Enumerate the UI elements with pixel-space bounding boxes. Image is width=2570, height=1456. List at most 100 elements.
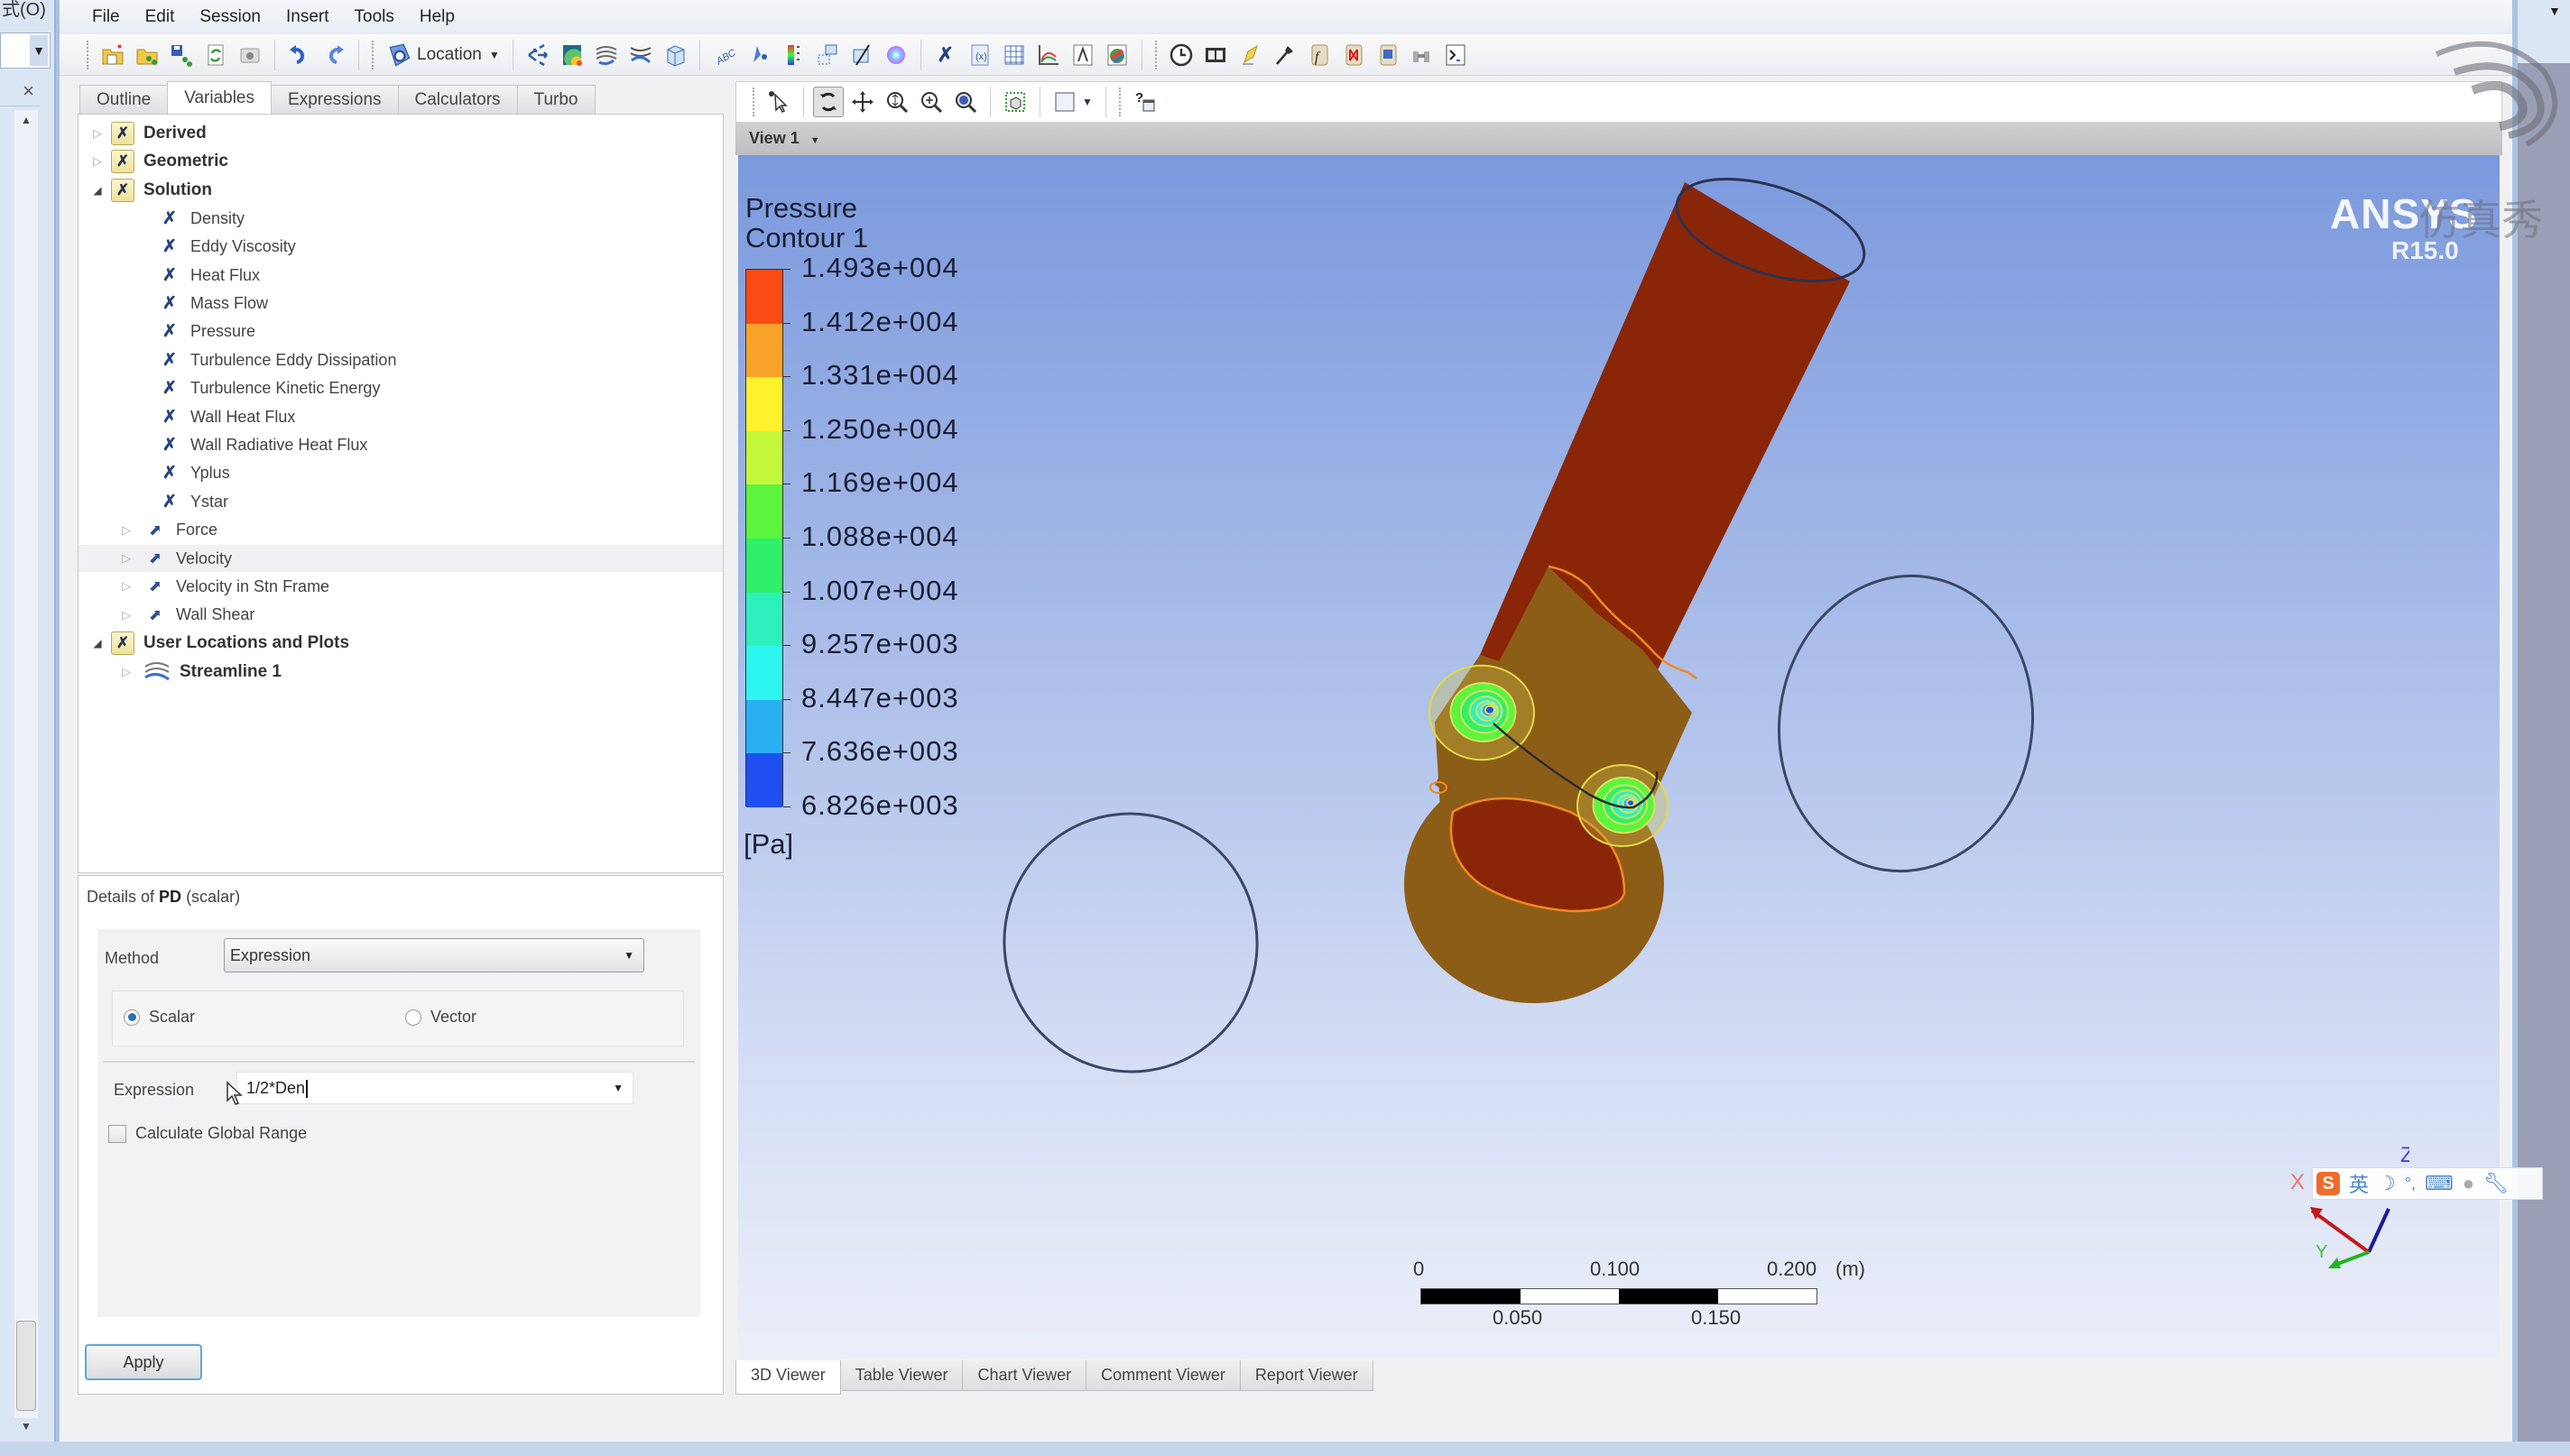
screenshot-icon[interactable] (235, 40, 265, 70)
ime-toolbar[interactable]: S 英 ☽ °, ⌨ ● 🔧︎ (2312, 1167, 2543, 1200)
command-editor-icon[interactable] (1440, 40, 1471, 70)
chart-icon[interactable] (1033, 40, 1064, 70)
zoom-icon[interactable] (882, 87, 912, 117)
open-icon[interactable] (132, 40, 162, 70)
tree-item[interactable]: ✗ Turbulence Eddy Dissipation (79, 346, 723, 373)
toolbar-grip[interactable] (1154, 40, 1159, 69)
undo-icon[interactable] (284, 40, 315, 70)
particle-track-icon[interactable] (625, 40, 656, 70)
view-selector[interactable]: View 1 ▼ (749, 129, 820, 148)
toolbar-grip[interactable] (1118, 88, 1123, 116)
quick-editor-icon[interactable] (1234, 40, 1265, 70)
tree-item[interactable]: ✗ Ystar (79, 488, 723, 515)
toolbar-grip[interactable] (87, 40, 90, 69)
expand-arrow-icon[interactable]: ▷ (91, 154, 104, 169)
mesh-calculator-icon[interactable] (1372, 40, 1402, 70)
menu-edit[interactable]: Edit (133, 0, 188, 34)
menu-insert[interactable]: Insert (273, 0, 342, 34)
user-icon[interactable]: ● (2463, 1172, 2474, 1195)
timestep-icon[interactable] (1166, 40, 1197, 70)
refresh-icon[interactable] (200, 40, 231, 70)
collapse-arrow-icon[interactable]: ◢ (91, 637, 104, 650)
chevron-down-icon[interactable]: ▼ (1082, 96, 1093, 108)
tab-outline[interactable]: Outline (79, 85, 169, 114)
tree-item[interactable]: ▷ ✗ Derived (79, 120, 723, 147)
method-select[interactable]: Expression ▼ (224, 938, 644, 972)
streamline-icon[interactable] (591, 40, 622, 70)
tree-item[interactable]: ✗ Wall Heat Flux (79, 403, 723, 430)
tree-item[interactable]: ✗ Eddy Viscosity (79, 234, 723, 261)
radio-vector-dot[interactable] (405, 1009, 421, 1026)
punctuation-icon[interactable]: °, (2405, 1175, 2416, 1193)
tab-chart-viewer[interactable]: Chart Viewer (962, 1360, 1087, 1391)
clip-plane-icon[interactable] (846, 40, 877, 70)
expand-arrow-icon[interactable]: ▷ (120, 523, 133, 538)
text-icon[interactable]: ABC (709, 40, 740, 70)
instance-transform-icon[interactable] (812, 40, 843, 70)
variable-icon[interactable]: ✗ (930, 40, 961, 70)
toggle-mesh-icon[interactable] (1000, 87, 1031, 117)
keyboard-icon[interactable]: ⌨ (2425, 1172, 2454, 1195)
radio-scalar-dot[interactable] (124, 1009, 140, 1026)
select-icon[interactable] (763, 87, 794, 117)
tree-item[interactable]: ✗ Wall Radiative Heat Flux (79, 431, 723, 458)
menu-file[interactable]: File (79, 0, 133, 34)
tree-item[interactable]: ✗ Heat Flux (79, 262, 723, 289)
host-close-button[interactable]: × (0, 76, 40, 106)
tab-expressions[interactable]: Expressions (271, 85, 399, 114)
probe-icon[interactable] (1269, 40, 1299, 70)
figure-icon[interactable] (1102, 40, 1132, 70)
tree-item[interactable]: ▷ ⬈ Wall Shear (79, 602, 723, 629)
macro-calculator-icon[interactable] (1337, 40, 1368, 70)
calculate-global-range-checkbox[interactable]: Calculate Global Range (108, 1124, 307, 1143)
tab-3d-viewer[interactable]: 3D Viewer (735, 1360, 841, 1395)
chevron-down-icon[interactable]: ▼ (613, 1073, 624, 1103)
tree-item[interactable]: ▷ ⬈ Force (79, 517, 723, 544)
tab-table-viewer[interactable]: Table Viewer (839, 1360, 964, 1391)
pan-icon[interactable] (847, 87, 878, 117)
expand-arrow-icon[interactable]: ▷ (91, 126, 104, 141)
tab-comment-viewer[interactable]: Comment Viewer (1086, 1360, 1241, 1391)
host-combo-box[interactable]: ▼ (0, 32, 51, 69)
expand-arrow-icon[interactable]: ▷ (120, 579, 133, 594)
collapse-arrow-icon[interactable]: ◢ (91, 184, 104, 197)
fit-view-icon[interactable] (950, 87, 981, 117)
volume-icon[interactable] (660, 40, 690, 70)
apply-button[interactable]: Apply (85, 1344, 202, 1380)
vector-icon[interactable] (522, 40, 553, 70)
rotate-icon[interactable] (813, 87, 844, 117)
expand-arrow-icon[interactable]: ▷ (120, 551, 133, 566)
radio-scalar[interactable]: Scalar (124, 1008, 195, 1027)
checkbox[interactable] (108, 1124, 126, 1143)
tree-item[interactable]: ✗ Density (79, 205, 723, 232)
ime-mode-toggle[interactable]: 英 (2349, 1169, 2369, 1198)
wrench-icon[interactable]: 🔧︎ (2483, 1172, 2509, 1195)
tree-item[interactable]: ✗ Mass Flow (79, 290, 723, 317)
host-menu-fragment[interactable]: 式(O) (0, 0, 51, 22)
menu-help[interactable]: Help (407, 0, 467, 34)
comment-icon[interactable] (1068, 40, 1098, 70)
animation-icon[interactable] (1200, 40, 1231, 70)
tree-item[interactable]: ✗ Pressure (79, 318, 723, 346)
redo-icon[interactable] (319, 40, 349, 70)
menu-session[interactable]: Session (187, 0, 273, 34)
point-icon[interactable] (744, 40, 774, 70)
expression-input[interactable]: 1/2*Den ▼ (236, 1072, 633, 1104)
3d-viewport[interactable] (738, 155, 2500, 1359)
contour-icon[interactable] (557, 40, 587, 70)
color-map-icon[interactable] (881, 40, 911, 70)
toolbar-grip[interactable] (753, 88, 756, 116)
ime-logo-icon[interactable]: S (2316, 1172, 2340, 1195)
radio-vector[interactable]: Vector (405, 1008, 476, 1027)
tab-report-viewer[interactable]: Report Viewer (1239, 1360, 1373, 1391)
chevron-down-icon[interactable]: ▼ (2548, 4, 2566, 22)
function-calculator-icon[interactable]: f (1303, 40, 1334, 70)
location-dropdown-button[interactable]: Location ▼ (381, 40, 505, 70)
moon-icon[interactable]: ☽ (2378, 1172, 2396, 1195)
tree-item[interactable]: ▷ Streamline 1 (79, 659, 723, 686)
new-folder-icon[interactable] (97, 40, 128, 70)
tree-item[interactable]: ◢ ✗ Solution (79, 177, 723, 204)
tree-item[interactable]: ▷ ⬈ Velocity in Stn Frame (79, 573, 723, 600)
expand-arrow-icon[interactable]: ▷ (120, 665, 133, 679)
toolbar-grip[interactable] (372, 40, 375, 69)
